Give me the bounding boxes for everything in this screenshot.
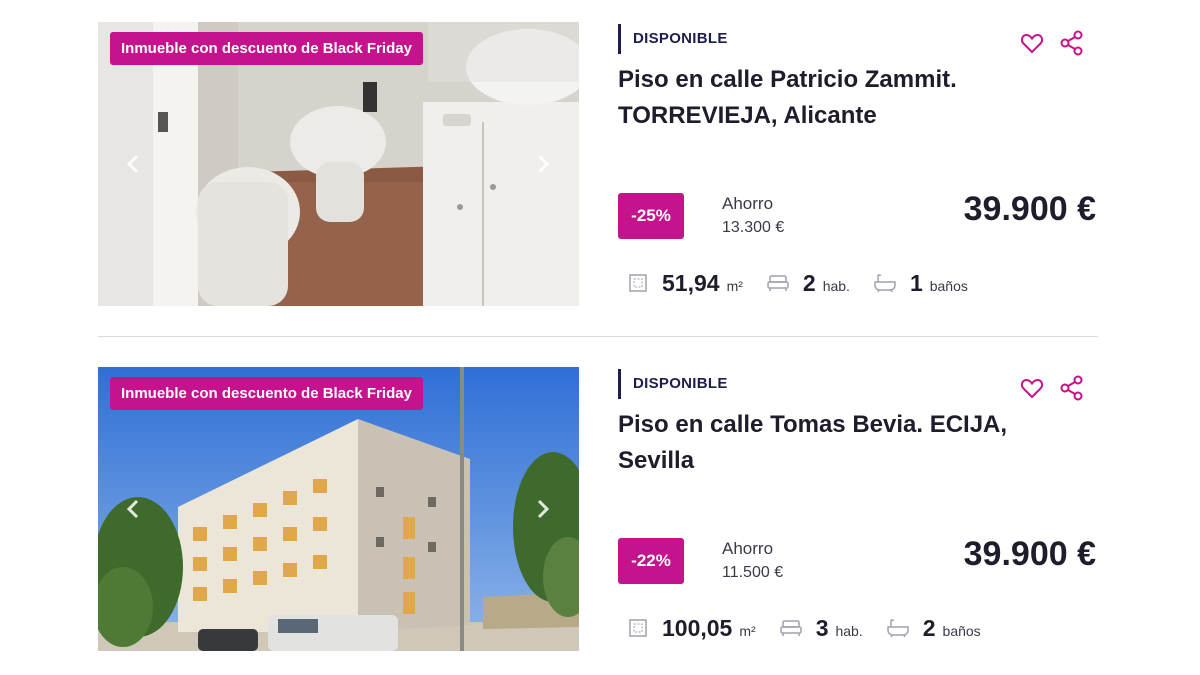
chevron-left-icon[interactable] [122,497,146,521]
features-row: 100,05 m² 3 hab. 2 baños [628,611,981,645]
listing-info: DISPONIBLE Piso en calle Tomas Bevia. EC… [618,367,1098,651]
chevron-right-icon[interactable] [530,497,554,521]
listing-title[interactable]: Piso en calle Tomas Bevia. ECIJA, Sevill… [618,407,1048,479]
status-badge: DISPONIBLE [618,24,728,54]
chevron-left-icon[interactable] [122,152,146,176]
area-feature: 51,94 m² [628,270,743,297]
features-row: 51,94 m² 2 hab. 1 baños [628,266,968,300]
price: 39.900 € [963,190,1096,228]
rooms-unit: hab. [835,622,863,639]
area-feature: 100,05 m² [628,615,756,642]
chevron-right-icon[interactable] [530,152,554,176]
listing-photo[interactable]: Inmueble con descuento de Black Friday [98,367,579,651]
savings-label: Ahorro [722,539,774,558]
rooms-value: 2 [802,269,816,296]
discount-badge: -25% [618,193,684,239]
bed-icon [767,275,789,291]
black-friday-badge: Inmueble con descuento de Black Friday [110,32,423,65]
savings-value: 13.300 € [722,219,785,236]
baths-value: 1 [909,269,923,296]
share-icon[interactable] [1060,30,1084,56]
rooms-feature: 3 hab. [779,614,863,642]
share-icon[interactable] [1060,375,1084,401]
rooms-value: 3 [815,614,829,641]
listing-photo[interactable]: Inmueble con descuento de Black Friday [98,22,579,306]
rooms-feature: 2 hab. [767,270,850,297]
divider [98,336,1098,337]
area-value: 51,94 [662,269,720,296]
area-value: 100,05 [662,614,733,641]
bathtub-icon [874,274,896,293]
area-icon [629,274,647,292]
bed-icon [779,620,802,636]
area-unit: m² [726,277,743,294]
area-unit: m² [739,622,756,639]
savings-label: Ahorro [722,194,774,213]
heart-icon[interactable] [1020,377,1044,399]
baths-feature: 2 baños [886,614,981,642]
baths-unit: baños [942,622,981,639]
price: 39.900 € [963,535,1096,573]
listing-title[interactable]: Piso en calle Patricio Zammit. TORREVIEJ… [618,62,1048,134]
baths-unit: baños [929,277,968,294]
rooms-unit: hab. [822,277,850,294]
listing-info: DISPONIBLE Piso en calle Patricio Zammit… [618,22,1098,306]
baths-feature: 1 baños [874,270,968,297]
status-badge: DISPONIBLE [618,369,728,399]
discount-badge: -22% [618,538,684,584]
bathtub-icon [886,619,909,638]
heart-icon[interactable] [1020,32,1044,54]
area-icon [629,619,647,637]
savings-value: 11.500 € [722,564,784,581]
listing-card[interactable]: Inmueble con descuento de Black Friday D… [98,367,1098,651]
listing-card[interactable]: Inmueble con descuento de Black Friday D… [98,22,1098,306]
baths-value: 2 [922,614,936,641]
black-friday-badge: Inmueble con descuento de Black Friday [110,377,423,410]
